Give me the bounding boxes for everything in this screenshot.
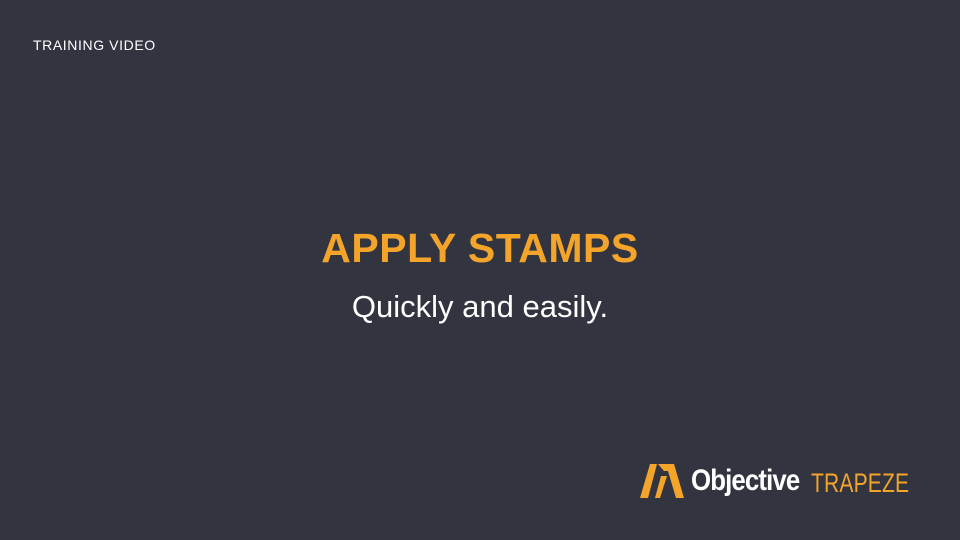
title-slide: TRAINING VIDEO APPLY STAMPS Quickly and … bbox=[0, 0, 960, 540]
slide-subtitle: Quickly and easily. bbox=[351, 289, 609, 324]
slide-title: APPLY STAMPS bbox=[321, 225, 639, 271]
objective-mark-icon bbox=[640, 464, 684, 498]
brand-name: Objective bbox=[691, 464, 800, 497]
eyebrow-label: TRAINING VIDEO bbox=[33, 37, 156, 53]
brand-product: TRAPEZE bbox=[811, 467, 910, 498]
brand-logo: Objective TRAPEZE bbox=[640, 461, 940, 501]
